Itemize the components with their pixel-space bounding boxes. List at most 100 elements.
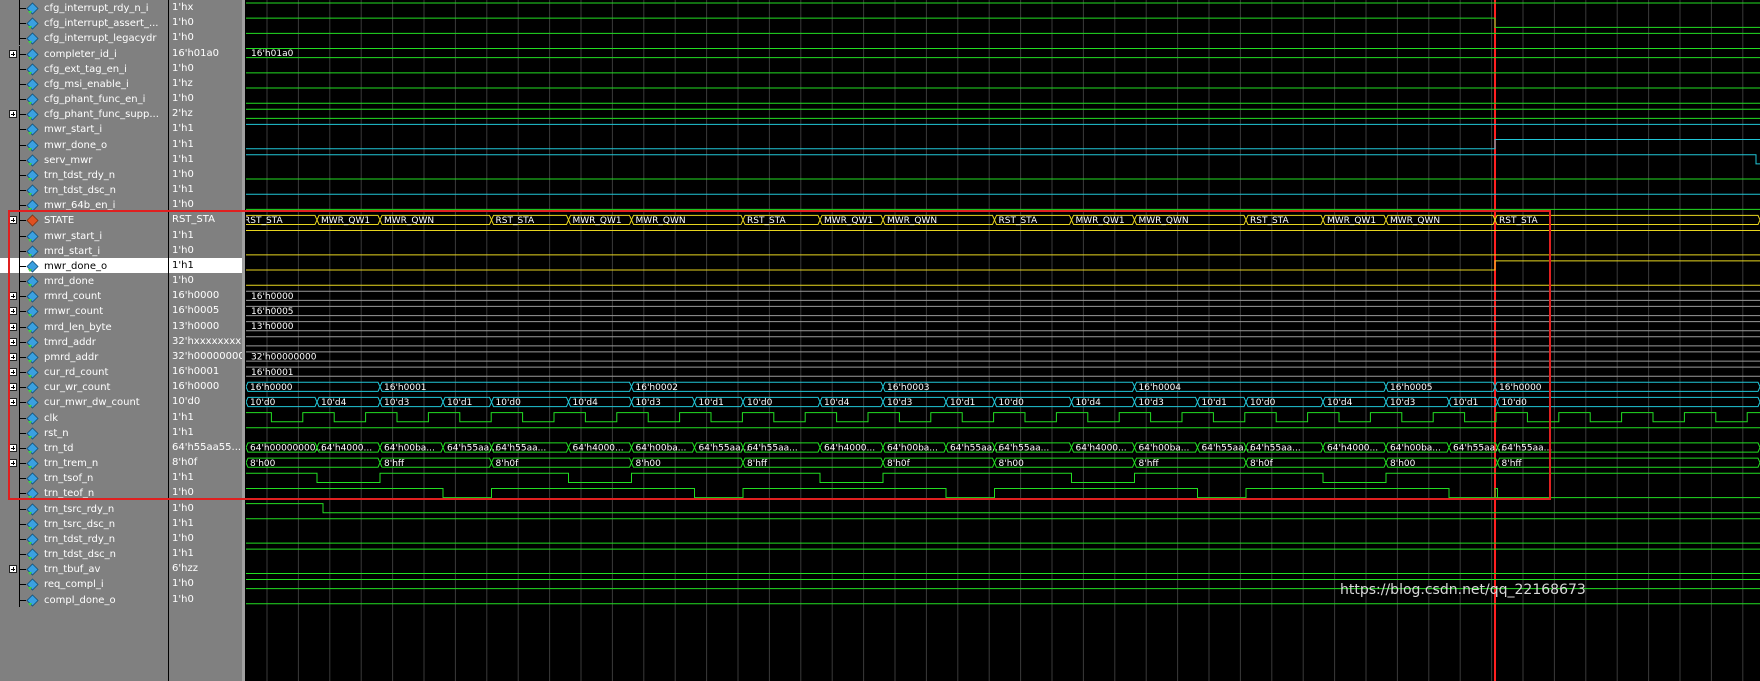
signal-row[interactable]: trn_tdst_dsc_n xyxy=(0,182,168,198)
bit-waveform xyxy=(246,154,1760,165)
signal-row[interactable]: cur_rd_count xyxy=(0,364,168,380)
bus-value-label: 64'h4000... xyxy=(1327,444,1378,454)
signal-row[interactable]: cfg_phant_func_supp... xyxy=(0,106,168,122)
expand-icon[interactable] xyxy=(9,307,17,316)
bus-value-label: 10'd0 xyxy=(496,398,522,408)
signal-row[interactable]: tmrd_addr xyxy=(0,333,168,349)
expand-icon[interactable] xyxy=(9,110,17,119)
signal-row[interactable]: STATE xyxy=(0,212,168,228)
tree-branch xyxy=(19,190,26,192)
signal-row[interactable]: trn_tdst_rdy_n xyxy=(0,166,168,183)
signal-value: 1'h1 xyxy=(172,411,194,423)
signal-row[interactable]: trn_tdst_dsc_n xyxy=(0,546,168,562)
expand-icon[interactable] xyxy=(9,565,17,574)
bus-value-label: 16'h0005 xyxy=(251,307,294,317)
bus-value-label: RST_STA xyxy=(1250,216,1289,226)
signal-value: 13'h0000 xyxy=(172,320,220,332)
bus-value-label: 16'h0001 xyxy=(251,368,294,378)
signal-row[interactable]: req_compl_i xyxy=(0,576,168,592)
signal-row[interactable]: rst_n xyxy=(0,424,168,440)
signal-value: 1'h1 xyxy=(172,426,194,438)
tree-branch xyxy=(19,250,26,252)
signal-row[interactable]: mrd_start_i xyxy=(0,242,168,258)
signal-row[interactable]: clk xyxy=(0,409,168,425)
bit-waveform xyxy=(246,503,1760,514)
signal-value: 1'h0 xyxy=(172,532,194,544)
bus-value-label: 8'h00 xyxy=(1390,459,1416,469)
signal-row[interactable]: compl_done_o xyxy=(0,591,168,607)
tree-branch xyxy=(19,417,26,419)
signal-value: 1'h1 xyxy=(172,153,194,165)
signal-row[interactable]: mrd_len_byte xyxy=(0,318,168,334)
expand-icon[interactable] xyxy=(9,443,17,452)
expand-icon[interactable] xyxy=(9,337,17,346)
signal-value: 16'h0000 xyxy=(172,381,220,393)
bit-waveform xyxy=(246,412,1760,423)
signal-row[interactable]: completer_id_i xyxy=(0,45,168,61)
signal-row[interactable]: trn_teof_n xyxy=(0,485,168,501)
signal-value: 1'h0 xyxy=(172,593,194,605)
signal-row[interactable]: mwr_done_o xyxy=(0,136,168,152)
expand-icon[interactable] xyxy=(9,383,17,392)
signal-row[interactable]: trn_tsrc_dsc_n xyxy=(0,515,168,531)
bus-waveform xyxy=(246,108,1760,119)
expand-icon[interactable] xyxy=(9,292,17,301)
bus-waveform: 16'h0000 xyxy=(246,290,1760,302)
signal-row[interactable]: trn_td xyxy=(0,439,168,456)
signal-row[interactable]: cfg_interrupt_rdy_n_i xyxy=(0,0,168,16)
bus-value-label: 8'h0f xyxy=(496,459,520,469)
bus-waveform: 16'h0000 16'h0001 16'h0002 16'h0003 16'h0004… xyxy=(246,381,1760,393)
bus-waveform: 13'h0000 xyxy=(246,321,1760,332)
tree-branch xyxy=(19,356,26,358)
tree-branch xyxy=(19,53,26,55)
signal-row[interactable]: cfg_msi_enable_i xyxy=(0,75,168,91)
bus-value-label: 64'h4000... xyxy=(1076,444,1127,454)
tree-branch xyxy=(19,523,26,525)
signal-row[interactable]: mwr_done_o xyxy=(0,257,168,274)
signal-row[interactable]: cfg_phant_func_en_i xyxy=(0,91,168,107)
tree-branch xyxy=(19,23,26,25)
expand-icon[interactable] xyxy=(9,368,17,377)
signal-row[interactable]: cfg_interrupt_assert_... xyxy=(0,15,168,31)
bus-value-label: 64'h55aa... xyxy=(999,444,1050,454)
signal-row[interactable]: cfg_interrupt_legacydr xyxy=(0,30,168,46)
bus-value-label: 10'd0 xyxy=(1250,398,1276,408)
signal-row[interactable]: cur_mwr_dw_count xyxy=(0,394,168,410)
tree-branch xyxy=(19,281,26,283)
signal-row[interactable]: trn_tsof_n xyxy=(0,470,168,486)
signal-row[interactable]: mrd_done xyxy=(0,273,168,289)
bus-value-label: 64'h4000... xyxy=(321,444,372,454)
signal-row[interactable]: mwr_start_i xyxy=(0,121,168,137)
signal-row[interactable]: cur_wr_count xyxy=(0,379,168,395)
expand-icon[interactable] xyxy=(9,322,17,331)
expand-icon[interactable] xyxy=(9,398,17,407)
waveform-canvas[interactable]: 16'h01a0 RST_STA MWR_QW1 MWR_QWN RST_STA MWR_… xyxy=(246,0,1760,681)
signal-row[interactable]: pmrd_addr xyxy=(0,348,168,365)
signal-row[interactable]: serv_mwr xyxy=(0,151,168,167)
bus-value-label: 8'hff xyxy=(1502,459,1523,469)
signal-row[interactable]: trn_tbuf_av xyxy=(0,561,168,577)
bus-value-label: MWR_QWN xyxy=(1390,216,1440,226)
signal-row[interactable]: mwr_start_i xyxy=(0,227,168,243)
expand-icon[interactable] xyxy=(9,216,17,225)
signal-row[interactable]: rmwr_count xyxy=(0,303,168,319)
signal-value: 64'h55aa55... xyxy=(172,441,242,453)
bus-value-label: 10'd1 xyxy=(699,398,724,408)
bus-value-label: 64'h55aa... xyxy=(1453,444,1504,454)
tree-branch xyxy=(19,402,26,404)
panel-splitter[interactable] xyxy=(242,0,245,681)
expand-icon[interactable] xyxy=(9,49,17,58)
signal-row[interactable]: cfg_ext_tag_en_i xyxy=(0,60,168,76)
expand-icon[interactable] xyxy=(9,459,17,468)
signal-row[interactable]: trn_trem_n xyxy=(0,455,168,471)
signal-row[interactable]: mwr_64b_en_i xyxy=(0,197,168,213)
signal-name-panel: cfg_interrupt_rdy_n_i cfg_interrupt_asser… xyxy=(0,0,168,681)
signal-row[interactable]: rmrd_count xyxy=(0,288,168,304)
signal-row[interactable]: trn_tsrc_rdy_n xyxy=(0,500,168,516)
bus-value-label: 16'h0003 xyxy=(887,383,930,393)
expand-icon[interactable] xyxy=(9,352,17,361)
signal-row[interactable]: trn_tdst_rdy_n xyxy=(0,530,168,547)
bus-value-label: 32'h00000000 xyxy=(251,353,317,363)
bus-value-label: 64'h00ba... xyxy=(887,444,938,454)
tree-branch xyxy=(19,341,26,343)
